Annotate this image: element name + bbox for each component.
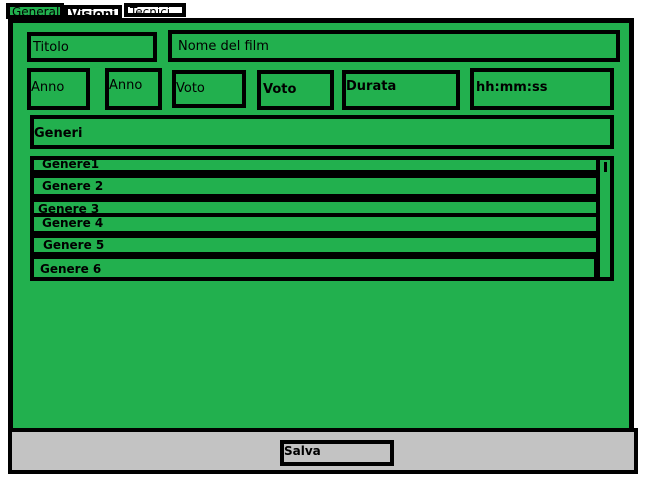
- voto-input[interactable]: Voto: [257, 70, 334, 110]
- genre-item-2[interactable]: Genere 2: [30, 174, 600, 198]
- save-button-label: Salva: [284, 444, 321, 458]
- voto-label: Voto: [172, 70, 246, 108]
- generi-label: Generi: [30, 115, 614, 149]
- titolo-label: Titolo: [27, 32, 157, 62]
- tab-visioni[interactable]: Visioni: [64, 5, 122, 19]
- genre-item-6[interactable]: Genere 6: [30, 255, 598, 281]
- durata-input[interactable]: hh:mm:ss: [470, 68, 614, 110]
- genre-item-5[interactable]: Genere 5: [30, 234, 600, 256]
- scrollbar-thumb[interactable]: [604, 162, 607, 172]
- tab-generale[interactable]: Generale: [6, 3, 64, 19]
- genre-list-scrollbar[interactable]: [596, 156, 614, 281]
- tab-tecnici[interactable]: Tecnici: [124, 3, 186, 17]
- genre-item-4[interactable]: Genere 4: [30, 213, 600, 235]
- anno-label: Anno: [27, 68, 90, 110]
- durata-label: Durata: [342, 70, 460, 110]
- tab-tecnici-label: Tecnici: [130, 5, 171, 17]
- tab-generale-label: Generale: [12, 5, 64, 19]
- app-window: Generale Visioni Tecnici Titolo Nome del…: [0, 0, 655, 481]
- titolo-input[interactable]: Nome del film: [168, 30, 620, 62]
- save-button[interactable]: Salva: [280, 440, 394, 466]
- anno-input[interactable]: Anno: [105, 68, 162, 110]
- genre-item-1[interactable]: Genere1: [30, 156, 600, 174]
